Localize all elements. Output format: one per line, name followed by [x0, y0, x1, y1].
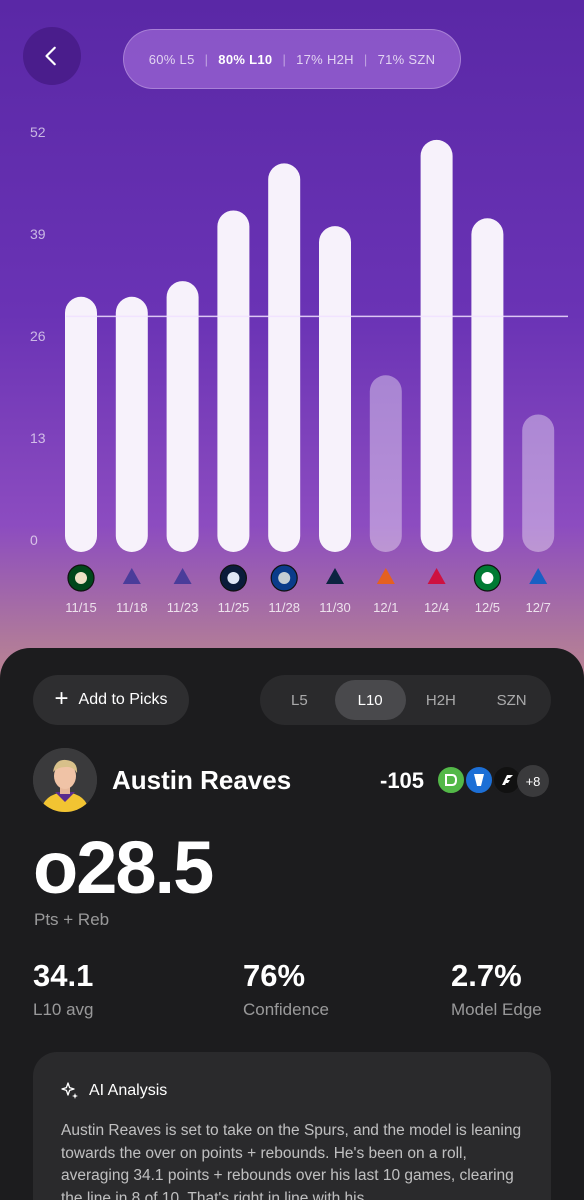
jazz-icon	[122, 568, 141, 584]
x-tick-label: 12/4	[424, 600, 449, 615]
player-avatar	[33, 748, 97, 812]
metric-avg: 34.1 L10 avg	[33, 958, 94, 1020]
ai-analysis-card: AI Analysis Austin Reaves is set to take…	[33, 1052, 551, 1200]
hit-rate-summary: 60% L5 | 80% L10 | 17% H2H | 71% SZN	[123, 29, 461, 89]
bar[interactable]	[217, 210, 250, 552]
player-name: Austin Reaves	[112, 765, 292, 795]
bar[interactable]	[522, 414, 555, 552]
chevron-left-icon	[45, 46, 56, 66]
hit-rate-l5: 60% L5	[148, 51, 195, 67]
jazz-icon	[173, 568, 192, 584]
x-tick-label: 11/30	[319, 600, 351, 615]
x-tick-label: 11/23	[167, 600, 199, 615]
back-button[interactable]	[23, 27, 81, 85]
celtics-icon	[473, 564, 501, 592]
bar[interactable]	[268, 163, 301, 552]
x-tick-label: 11/15	[65, 600, 97, 615]
add-to-picks-button[interactable]: + Add to Picks	[33, 675, 189, 725]
metric-label: Confidence	[243, 1000, 330, 1019]
mavericks-icon	[270, 564, 298, 592]
y-tick-label: 0	[30, 532, 38, 548]
metric-edge: 2.7% Model Edge	[451, 958, 542, 1020]
game-log-chart: 0 13 26 39 52 11/15 11/18 11/23 11/25 11/28 11/30 1…	[30, 124, 568, 615]
bar[interactable]	[65, 296, 97, 552]
bar[interactable]	[319, 226, 351, 552]
x-tick-label: 11/28	[268, 600, 300, 615]
bottom-panel: + Add to Picks L5 L10 H2H SZN Austin Rea…	[0, 648, 584, 1200]
metric-label: Model Edge	[451, 1000, 542, 1019]
tab-l10[interactable]: L10	[334, 680, 406, 720]
raptors-icon	[427, 568, 446, 584]
ai-analysis-text: Austin Reaves is set to take on the Spur…	[61, 1122, 522, 1200]
y-tick-label: 26	[30, 328, 46, 344]
hit-rate-szn: 71% SZN	[377, 51, 436, 67]
x-tick-label: 11/25	[218, 600, 250, 615]
76ers-icon	[529, 568, 548, 584]
sparkle-icon	[61, 1082, 78, 1099]
pelicans-icon	[326, 568, 344, 584]
plus-icon: +	[54, 685, 69, 712]
range-tabs: L5 L10 H2H SZN	[260, 675, 551, 725]
bar[interactable]	[369, 375, 402, 552]
metric-value: 34.1	[33, 958, 94, 993]
odds-value: -105	[380, 768, 425, 793]
bar[interactable]	[420, 139, 453, 552]
suns-icon	[376, 568, 395, 584]
y-tick-label: 52	[30, 124, 46, 140]
ai-analysis-header: AI Analysis	[61, 1082, 167, 1100]
tab-l5[interactable]: L5	[264, 680, 335, 720]
more-books-badge[interactable]: +8	[517, 765, 549, 797]
bar[interactable]	[471, 218, 504, 553]
bucks-icon	[67, 564, 95, 592]
metric-label: L10 avg	[33, 1000, 94, 1019]
draftkings-icon[interactable]	[436, 765, 466, 795]
y-tick-label: 13	[30, 430, 46, 446]
bar[interactable]	[166, 281, 199, 552]
clippers-icon	[219, 564, 247, 592]
y-tick-label: 39	[30, 226, 46, 242]
hero-background: 60% L5 | 80% L10 | 17% H2H | 71% SZN 0 13…	[0, 0, 584, 700]
tab-szn[interactable]: SZN	[476, 680, 547, 720]
hit-rate-h2h: 17% H2H	[296, 51, 354, 67]
tab-h2h[interactable]: H2H	[406, 680, 477, 720]
add-to-picks-label: Add to Picks	[78, 691, 168, 708]
metric-value: 76%	[243, 958, 306, 993]
x-tick-label: 12/1	[373, 600, 398, 615]
metric-value: 2.7%	[451, 958, 522, 993]
prop-market: Pts + Reb	[34, 910, 110, 929]
fanduel-icon[interactable]	[464, 765, 494, 795]
x-tick-label: 11/18	[116, 600, 148, 615]
x-tick-label: 12/5	[475, 600, 500, 615]
x-tick-label: 12/7	[526, 600, 551, 615]
prop-line: o28.5	[33, 826, 214, 909]
metric-confidence: 76% Confidence	[243, 958, 329, 1020]
hit-rate-l10: 80% L10	[218, 51, 273, 67]
ai-analysis-title: AI Analysis	[89, 1082, 168, 1099]
bar[interactable]	[115, 296, 148, 552]
